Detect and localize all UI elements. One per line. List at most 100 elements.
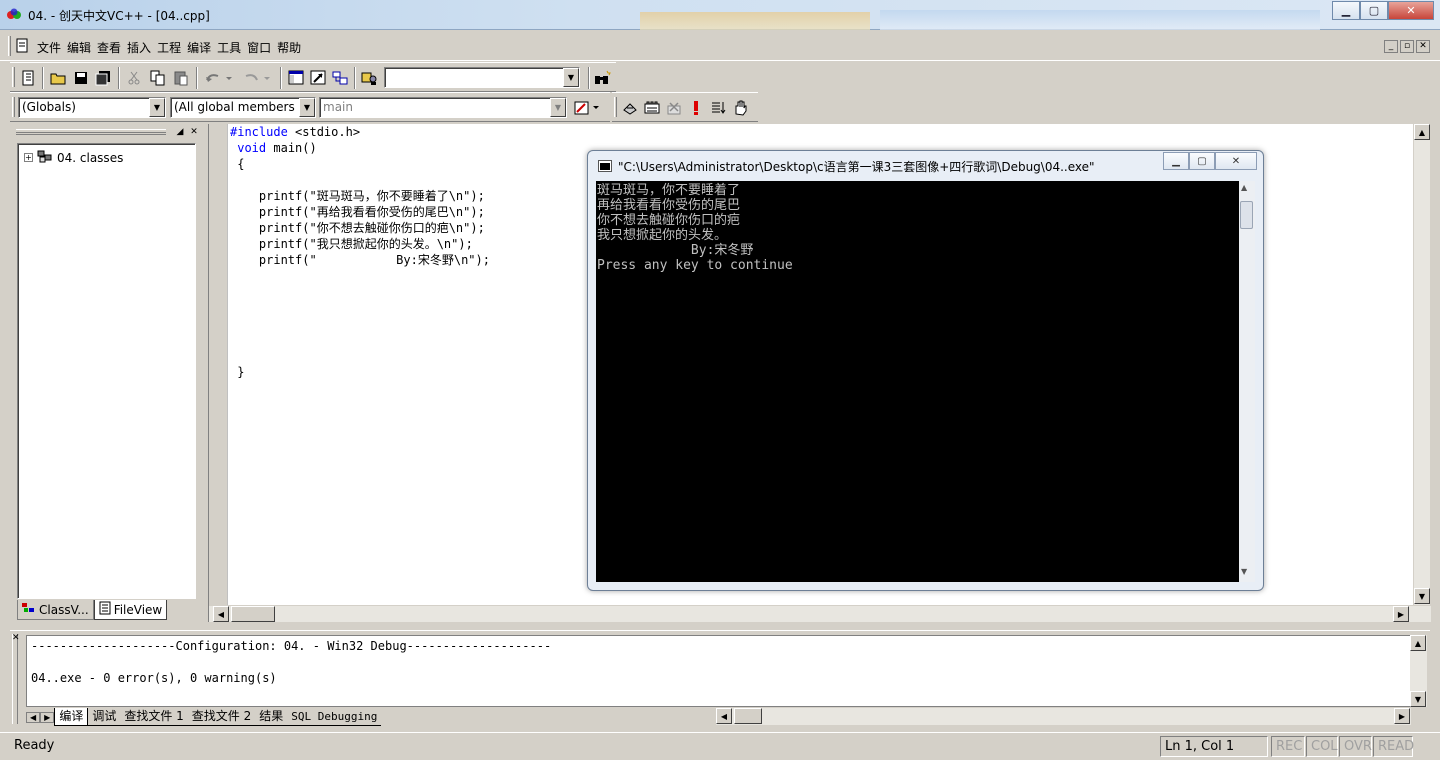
maximize-button[interactable]: ▢	[1360, 1, 1388, 20]
open-folder-icon[interactable]	[48, 68, 68, 88]
compile-icon[interactable]	[620, 98, 640, 118]
scroll-up-icon[interactable]: ▲	[1414, 124, 1430, 140]
console-minimize-button[interactable]: ▁	[1163, 152, 1189, 170]
code-text[interactable]: #include <stdio.h> void main() { printf(…	[230, 124, 490, 380]
output-toggle-icon[interactable]	[308, 68, 328, 88]
tree-item-classes[interactable]: + 04. classes	[24, 149, 123, 166]
code-line[interactable]: {	[230, 156, 490, 172]
code-line[interactable]: printf("我只想掀起你的头发。\n");	[230, 236, 490, 252]
console-maximize-button[interactable]: ▢	[1189, 152, 1215, 170]
output-horizontal-scrollbar[interactable]: ◀ ▶	[716, 708, 1411, 725]
menu-tools[interactable]: 工具	[216, 39, 246, 56]
chevron-down-icon[interactable]: ▼	[149, 98, 165, 117]
class-tree[interactable]: + 04. classes	[17, 143, 196, 599]
code-line[interactable]: printf(" By:宋冬野\n");	[230, 252, 490, 268]
chevron-down-icon[interactable]: ▼	[299, 98, 315, 117]
code-line[interactable]	[230, 316, 490, 332]
workspace-pin-button[interactable]: ◢	[174, 127, 186, 138]
stop-build-icon[interactable]	[664, 98, 684, 118]
code-line[interactable]: printf("你不想去触碰你伤口的疤\n");	[230, 220, 490, 236]
scroll-down-icon[interactable]: ▼	[1414, 588, 1430, 604]
output-text[interactable]: --------------------Configuration: 04. -…	[26, 635, 1411, 707]
wizard-action-icon[interactable]	[572, 98, 604, 118]
expand-icon[interactable]: +	[24, 153, 33, 162]
paste-icon[interactable]	[171, 68, 191, 88]
redo-icon[interactable]	[240, 68, 274, 88]
code-line[interactable]	[230, 172, 490, 188]
tab-find-in-files-2[interactable]: 查找文件 2	[187, 708, 256, 726]
tab-build[interactable]: 编译	[54, 708, 89, 726]
menu-window[interactable]: 窗口	[246, 39, 276, 56]
cut-icon[interactable]	[124, 68, 144, 88]
console-close-button[interactable]: ✕	[1215, 152, 1257, 170]
copy-icon[interactable]	[148, 68, 168, 88]
menu-project[interactable]: 工程	[156, 39, 186, 56]
breakpoint-hand-icon[interactable]	[730, 98, 750, 118]
scope-combo[interactable]: (Globals) ▼	[18, 97, 166, 118]
execute-icon[interactable]	[686, 98, 706, 118]
console-scrollbar[interactable]: ▲ ▼	[1239, 181, 1255, 582]
tab-scroll-right-icon[interactable]: ▶	[40, 711, 55, 723]
chevron-down-icon[interactable]: ▼	[563, 68, 579, 87]
workspace-toggle-icon[interactable]	[286, 68, 306, 88]
code-line[interactable]	[230, 332, 490, 348]
editor-vertical-scrollbar[interactable]: ▲ ▼	[1413, 124, 1430, 606]
mdi-restore-button[interactable]: ▫	[1400, 40, 1414, 53]
menu-help[interactable]: 帮助	[276, 39, 306, 56]
console-window[interactable]: "C:\Users\Administrator\Desktop\c语言第一课3三…	[587, 150, 1264, 591]
output-close-button[interactable]: ✕	[12, 633, 20, 643]
code-line[interactable]: printf("再给我看看你受伤的尾巴\n");	[230, 204, 490, 220]
code-line[interactable]: }	[230, 364, 490, 380]
find-combo[interactable]: ▼	[384, 67, 580, 88]
code-line[interactable]: #include <stdio.h>	[230, 124, 490, 140]
scroll-thumb[interactable]	[231, 606, 275, 622]
code-line[interactable]	[230, 300, 490, 316]
code-line[interactable]: printf("斑马斑马，你不要睡着了\n");	[230, 188, 490, 204]
mdi-minimize-button[interactable]: _	[1384, 40, 1398, 53]
function-combo[interactable]: main ▼	[319, 97, 567, 118]
tab-results[interactable]: 结果	[255, 708, 288, 726]
tab-scroll-left-icon[interactable]: ◀	[26, 711, 41, 723]
tab-sql-debugging[interactable]: SQL Debugging	[287, 708, 382, 726]
scroll-up-icon[interactable]: ▲	[1410, 635, 1426, 651]
save-icon[interactable]	[71, 68, 91, 88]
output-vertical-scrollbar[interactable]: ▲ ▼	[1410, 635, 1427, 707]
document-icon[interactable]	[16, 38, 30, 57]
menu-insert[interactable]: 插入	[126, 39, 156, 56]
code-line[interactable]: void main()	[230, 140, 490, 156]
scroll-thumb[interactable]	[734, 708, 762, 724]
undo-icon[interactable]	[202, 68, 236, 88]
scroll-up-icon[interactable]: ▲	[1241, 183, 1247, 192]
find-binoculars-icon[interactable]	[592, 68, 612, 88]
editor-horizontal-scrollbar[interactable]: ◀ ▶	[209, 605, 1431, 622]
console-output[interactable]: 斑马斑马，你不要睡着了 再给我看看你受伤的尾巴 你不想去触碰你伤口的疤 我只想掀起你的…	[596, 181, 1239, 582]
save-all-icon[interactable]	[93, 68, 113, 88]
workspace-close-button[interactable]: ✕	[188, 127, 200, 138]
minimize-button[interactable]: ▁	[1332, 1, 1360, 20]
code-line[interactable]	[230, 268, 490, 284]
close-button[interactable]: ✕	[1388, 1, 1434, 20]
tab-find-in-files-1[interactable]: 查找文件 1	[120, 708, 188, 726]
menu-build[interactable]: 编译	[186, 39, 216, 56]
editor-margin[interactable]	[209, 124, 228, 606]
tab-classview[interactable]: ClassV...	[17, 600, 94, 620]
members-combo[interactable]: (All global members ▼	[170, 97, 316, 118]
scroll-right-icon[interactable]: ▶	[1393, 606, 1409, 622]
scroll-left-icon[interactable]: ◀	[716, 708, 732, 724]
scroll-thumb[interactable]	[1240, 201, 1253, 229]
scroll-left-icon[interactable]: ◀	[213, 606, 229, 622]
code-line[interactable]	[230, 348, 490, 364]
scroll-right-icon[interactable]: ▶	[1394, 708, 1410, 724]
build-icon[interactable]	[642, 98, 662, 118]
menu-view[interactable]: 查看	[96, 39, 126, 56]
menu-file[interactable]: 文件	[36, 39, 66, 56]
scroll-down-icon[interactable]: ▼	[1241, 567, 1247, 576]
window-list-icon[interactable]	[330, 68, 350, 88]
scroll-down-icon[interactable]: ▼	[1410, 691, 1426, 707]
code-line[interactable]	[230, 284, 490, 300]
go-icon[interactable]	[708, 98, 728, 118]
new-file-icon[interactable]	[18, 68, 38, 88]
mdi-close-button[interactable]: ✕	[1416, 40, 1430, 53]
menu-edit[interactable]: 编辑	[66, 39, 96, 56]
tab-debug[interactable]: 调试	[88, 708, 121, 726]
